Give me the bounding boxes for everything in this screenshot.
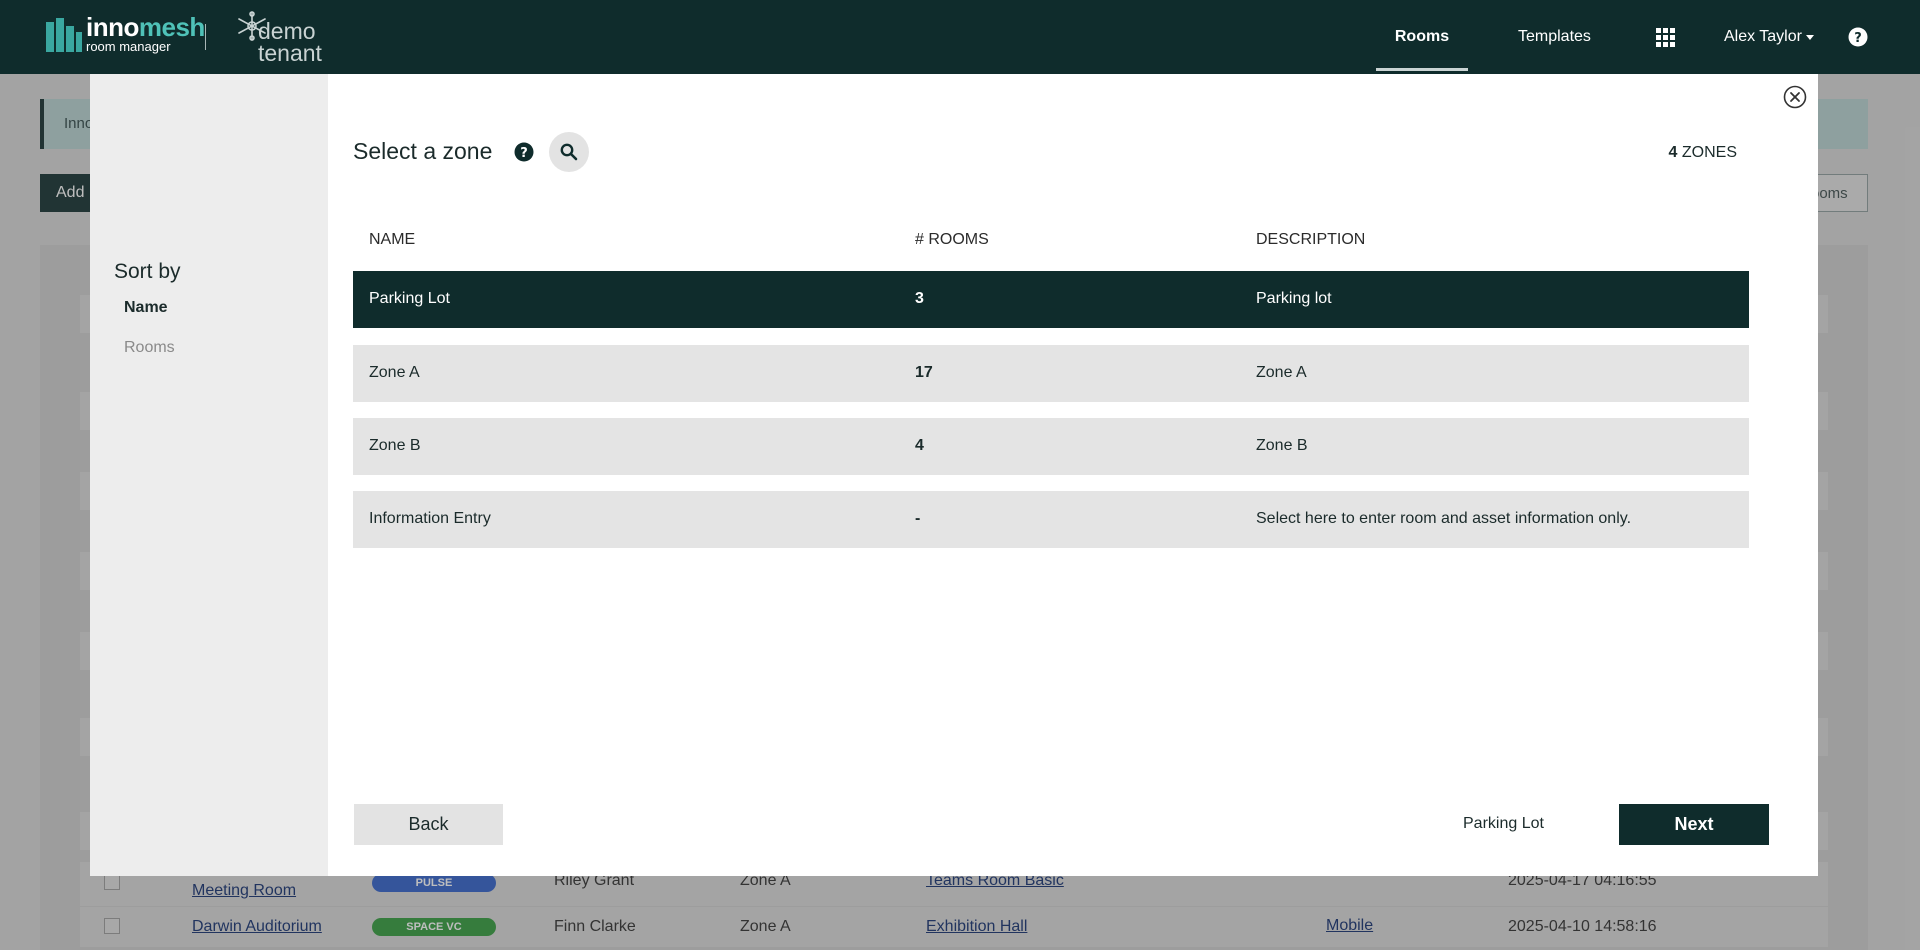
search-zones-button[interactable] [549,132,589,172]
sort-option-name[interactable]: Name [124,299,168,317]
zone-room-count: 4 [915,437,924,454]
next-button[interactable]: Next [1619,804,1769,845]
zone-row-information-entry[interactable]: Information Entry - Select here to enter… [353,491,1749,548]
top-app-bar: innomesh room manager demo tenant Rooms … [0,0,1920,74]
zone-row-zone-b[interactable]: Zone B 4 Zone B [353,418,1749,475]
zone-description: Zone B [1256,437,1308,454]
user-menu[interactable]: Alex Taylor [1724,0,1814,74]
zone-name: Zone B [369,437,421,454]
zone-room-count: 17 [915,364,933,381]
question-circle-icon: ? [1848,27,1868,47]
zone-count: 4 ZONES [1669,144,1737,162]
nav-templates[interactable]: Templates [1518,0,1591,74]
column-header-rooms: # ROOMS [915,231,989,248]
brand-subtitle: room manager [86,39,171,54]
nav-rooms-active-indicator [1376,68,1468,71]
brand-name-part2: mesh [138,12,205,42]
apps-grid-button[interactable] [1656,0,1678,74]
help-button[interactable]: ? [1848,0,1868,74]
column-header-name: NAME [369,231,416,248]
tenant-line-2: tenant [258,40,322,66]
zone-name: Parking Lot [369,290,450,307]
zone-room-count: - [915,510,921,527]
close-icon [1783,85,1807,109]
zone-description: Select here to enter room and asset info… [1256,510,1632,527]
tenant-line-1: demo [258,18,316,44]
logo-divider [205,24,206,50]
zone-description: Zone A [1256,364,1307,381]
search-icon [560,143,578,161]
zone-row-zone-a[interactable]: Zone A 17 Zone A [353,345,1749,402]
column-header-description: DESCRIPTION [1256,231,1366,248]
brand-name-part1: inno [86,12,139,42]
grid-icon [1656,27,1675,47]
back-button[interactable]: Back [354,804,503,845]
select-zone-modal: Sort by Name Rooms Select a zone ? 4 ZON… [90,74,1818,876]
svg-text:?: ? [520,146,528,161]
selected-zone-label: Parking Lot [1463,815,1544,832]
nav-rooms[interactable]: Rooms [1376,0,1468,74]
modal-title: Select a zone [353,138,493,164]
zone-name: Zone A [369,364,420,381]
zone-name: Information Entry [369,510,491,527]
zone-count-label: ZONES [1677,144,1737,161]
tenant-name: demo tenant [258,18,322,66]
user-name: Alex Taylor [1724,28,1802,45]
svg-text:?: ? [1854,31,1862,46]
sort-sidebar: Sort by Name Rooms [90,74,328,876]
innomesh-logo-icon [46,18,82,52]
zone-row-parking-lot[interactable]: Parking Lot 3 Parking lot [353,271,1749,328]
chevron-down-icon [1805,34,1814,40]
brand-logo[interactable]: innomesh room manager [86,14,205,54]
zone-room-count: 3 [915,290,924,307]
close-modal-button[interactable] [1783,85,1807,109]
sort-option-rooms[interactable]: Rooms [124,339,175,357]
sort-by-heading: Sort by [114,260,181,283]
zone-description: Parking lot [1256,290,1332,307]
question-circle-icon[interactable]: ? [514,142,534,162]
